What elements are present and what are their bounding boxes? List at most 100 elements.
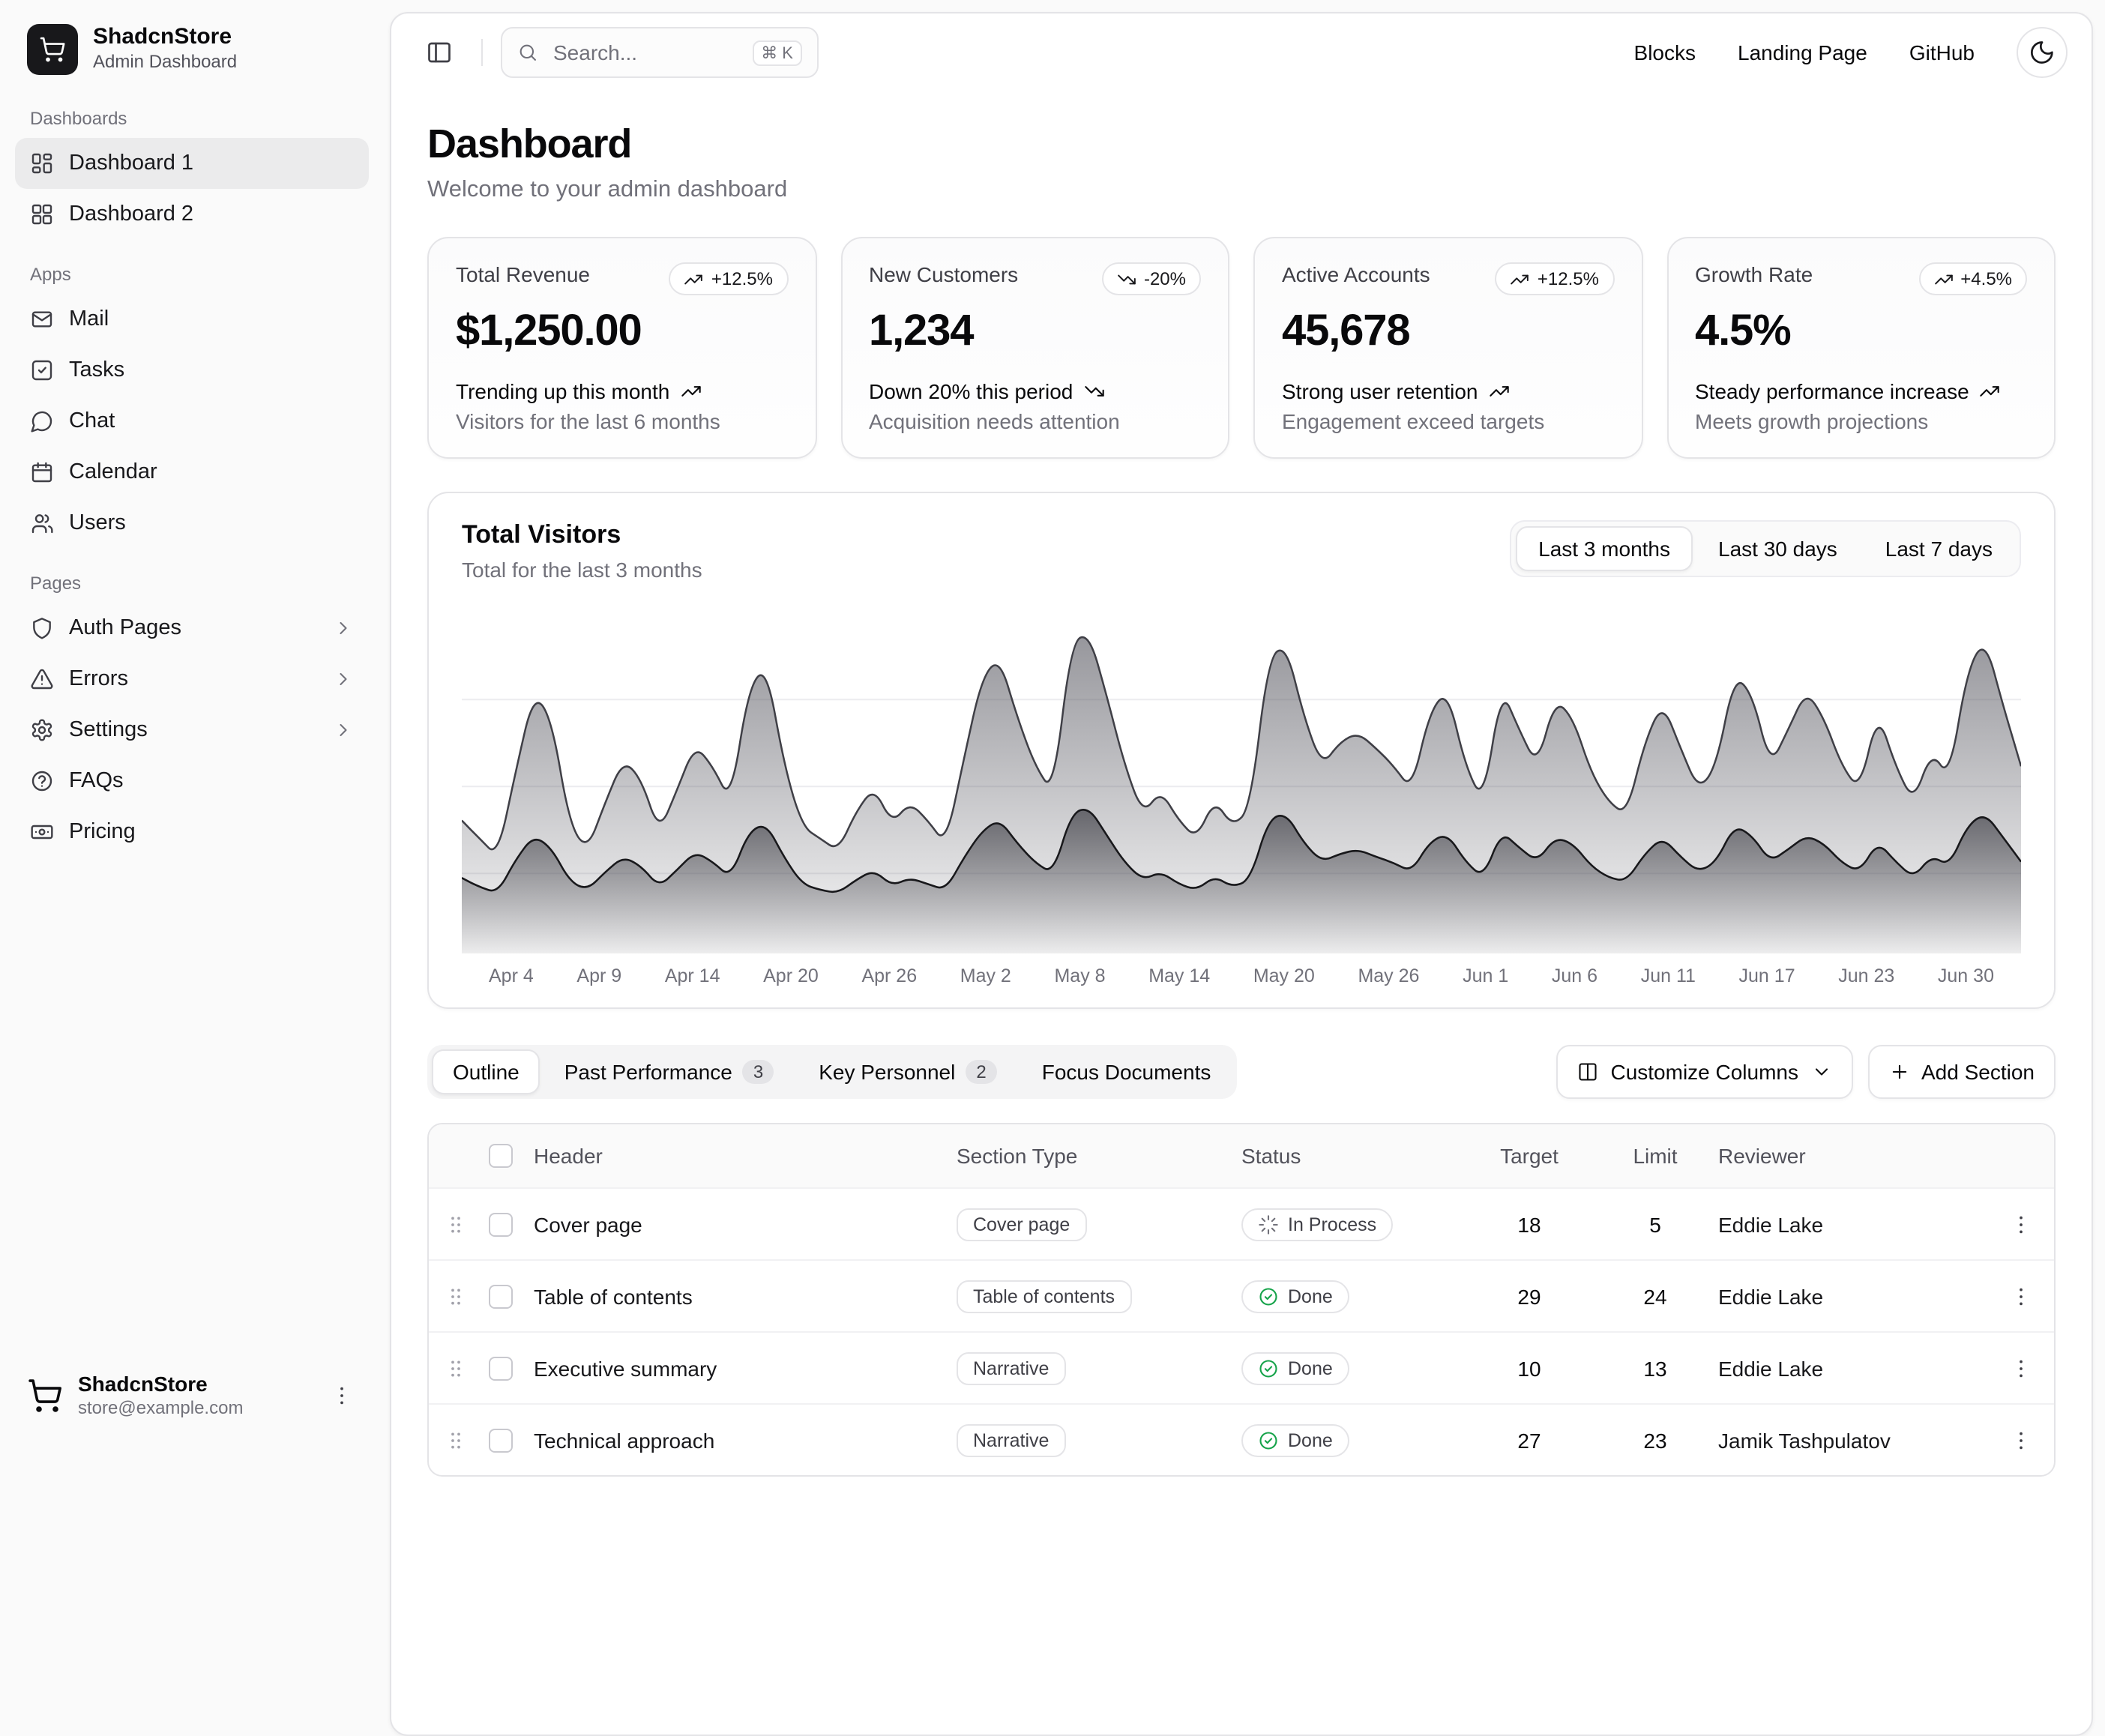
- chevron-right-icon: [333, 720, 354, 741]
- add-section-button[interactable]: Add Section: [1867, 1045, 2056, 1099]
- sidebar-item-tasks[interactable]: Tasks: [15, 345, 369, 396]
- tab-label: Outline: [453, 1060, 520, 1084]
- link-github[interactable]: GitHub: [1909, 40, 1975, 64]
- status-badge: In Process: [1241, 1208, 1393, 1241]
- main-panel: ⌘ K Blocks Landing Page GitHub Dashboard…: [390, 12, 2093, 1736]
- sidebar-item-auth-pages[interactable]: Auth Pages: [15, 603, 369, 654]
- row-checkbox[interactable]: [489, 1428, 513, 1452]
- trend-badge: +4.5%: [1918, 262, 2027, 295]
- chevron-right-icon: [333, 618, 354, 639]
- sidebar-item-calendar[interactable]: Calendar: [15, 447, 369, 498]
- trend-up-icon: [1933, 269, 1953, 289]
- plus-icon: [1888, 1061, 1909, 1082]
- sidebar-toggle-button[interactable]: [415, 28, 463, 76]
- footer-menu-button[interactable]: [327, 1381, 357, 1411]
- x-tick: Apr 9: [576, 965, 621, 986]
- app-logo-box: [27, 24, 78, 75]
- trend-badge: +12.5%: [1496, 262, 1614, 295]
- target-cell[interactable]: 10: [1466, 1356, 1592, 1380]
- trend-up-icon: [684, 269, 704, 289]
- status-label: Done: [1288, 1357, 1333, 1378]
- stat-card-active-accounts: Active Accounts +12.5% 45,678 Strong use…: [1253, 237, 1642, 459]
- tab-past-performance[interactable]: Past Performance 3: [543, 1049, 795, 1094]
- reviewer-cell[interactable]: Eddie Lake: [1718, 1284, 1988, 1308]
- users-icon: [30, 511, 54, 535]
- row-menu-button[interactable]: [1997, 1416, 2045, 1464]
- limit-cell[interactable]: 24: [1592, 1284, 1718, 1308]
- stat-label: New Customers: [869, 262, 1018, 286]
- x-tick: May 20: [1253, 965, 1315, 986]
- row-checkbox[interactable]: [489, 1284, 513, 1308]
- dots-vertical-icon: [2009, 1212, 2033, 1236]
- search-input[interactable]: [550, 39, 740, 66]
- drag-handle[interactable]: [429, 1212, 483, 1236]
- tab-focus-documents[interactable]: Focus Documents: [1021, 1049, 1232, 1094]
- topbar: ⌘ K Blocks Landing Page GitHub: [391, 13, 2092, 91]
- tab-outline[interactable]: Outline: [432, 1049, 540, 1094]
- dots-vertical-icon: [2009, 1428, 2033, 1452]
- sidebar-item-mail[interactable]: Mail: [15, 294, 369, 345]
- section-type-badge: Cover page: [957, 1208, 1086, 1241]
- status-badge: Done: [1241, 1423, 1349, 1456]
- target-cell[interactable]: 27: [1466, 1428, 1592, 1452]
- tab-key-personnel[interactable]: Key Personnel 2: [798, 1049, 1018, 1094]
- row-menu-button[interactable]: [1997, 1200, 2045, 1248]
- stat-card-growth-rate: Growth Rate +4.5% 4.5% Steady performanc…: [1666, 237, 2056, 459]
- search-box[interactable]: ⌘ K: [501, 27, 819, 78]
- app-logo[interactable]: ShadcnStore Admin Dashboard: [15, 15, 369, 84]
- drag-handle[interactable]: [429, 1284, 483, 1308]
- sidebar-item-dashboard-1[interactable]: Dashboard 1: [15, 138, 369, 189]
- theme-toggle-button[interactable]: [2017, 27, 2068, 78]
- dots-vertical-icon: [2009, 1356, 2033, 1380]
- row-menu-button[interactable]: [1997, 1344, 2045, 1392]
- trend-down-icon: [1117, 269, 1136, 289]
- sidebar-item-users[interactable]: Users: [15, 498, 369, 549]
- range-tab-30-days[interactable]: Last 30 days: [1696, 526, 1860, 571]
- sidebar-item-errors[interactable]: Errors: [15, 654, 369, 705]
- sidebar-user-footer[interactable]: ShadcnStore store@example.com: [15, 1360, 369, 1433]
- stat-value: 1,234: [869, 307, 1201, 357]
- link-blocks[interactable]: Blocks: [1634, 40, 1696, 64]
- sidebar-item-dashboard-2[interactable]: Dashboard 2: [15, 189, 369, 240]
- stat-line2: Visitors for the last 6 months: [456, 409, 788, 433]
- row-header-cell[interactable]: Technical approach: [534, 1428, 957, 1452]
- reviewer-cell[interactable]: Eddie Lake: [1718, 1356, 1988, 1380]
- limit-cell[interactable]: 5: [1592, 1212, 1718, 1236]
- reviewer-cell[interactable]: Eddie Lake: [1718, 1212, 1988, 1236]
- drag-handle[interactable]: [429, 1428, 483, 1452]
- target-cell[interactable]: 29: [1466, 1284, 1592, 1308]
- sections-table: Header Section Type Status Target Limit …: [427, 1123, 2056, 1477]
- reviewer-cell[interactable]: Jamik Tashpulatov: [1718, 1428, 1988, 1452]
- row-header-cell[interactable]: Executive summary: [534, 1356, 957, 1380]
- trend-badge: -20%: [1102, 262, 1201, 295]
- table-row: Executive summary Narrative Done 10 13 E…: [429, 1331, 2054, 1403]
- drag-handle[interactable]: [429, 1356, 483, 1380]
- check-circle-icon: [1258, 1357, 1279, 1378]
- row-header-cell[interactable]: Cover page: [534, 1212, 957, 1236]
- row-header-cell[interactable]: Table of contents: [534, 1284, 957, 1308]
- sidebar-item-chat[interactable]: Chat: [15, 396, 369, 447]
- sidebar-item-label: Auth Pages: [69, 616, 181, 640]
- row-menu-button[interactable]: [1997, 1272, 2045, 1320]
- footer-store-name: ShadcnStore: [78, 1372, 243, 1398]
- trend-up-icon: [1489, 381, 1510, 402]
- link-landing-page[interactable]: Landing Page: [1738, 40, 1867, 64]
- limit-cell[interactable]: 13: [1592, 1356, 1718, 1380]
- customize-columns-label: Customize Columns: [1610, 1060, 1798, 1084]
- range-tab-3-months[interactable]: Last 3 months: [1516, 526, 1693, 571]
- area-chart-svg: [462, 606, 2021, 953]
- select-all-checkbox[interactable]: [489, 1144, 513, 1168]
- row-checkbox[interactable]: [489, 1356, 513, 1380]
- col-status: Status: [1241, 1144, 1466, 1168]
- customize-columns-button[interactable]: Customize Columns: [1556, 1045, 1852, 1099]
- stat-line1: Steady performance increase: [1695, 379, 1969, 403]
- chevron-right-icon: [333, 669, 354, 690]
- row-checkbox[interactable]: [489, 1212, 513, 1236]
- sidebar-item-settings[interactable]: Settings: [15, 705, 369, 756]
- nav-section-pages: Pages: [15, 549, 369, 603]
- sidebar-item-faqs[interactable]: FAQs: [15, 756, 369, 807]
- range-tab-7-days[interactable]: Last 7 days: [1863, 526, 2015, 571]
- target-cell[interactable]: 18: [1466, 1212, 1592, 1236]
- limit-cell[interactable]: 23: [1592, 1428, 1718, 1452]
- sidebar-item-pricing[interactable]: Pricing: [15, 807, 369, 858]
